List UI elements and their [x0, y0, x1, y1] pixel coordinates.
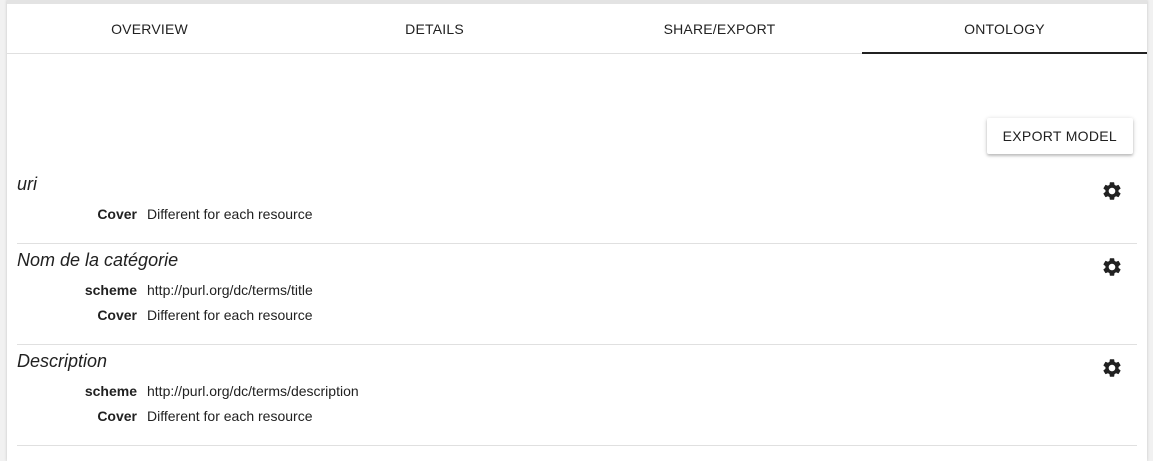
property-key: Cover	[97, 408, 137, 424]
property-key: Cover	[97, 206, 137, 222]
field-name: uri	[17, 174, 38, 194]
tab-bar: OVERVIEW DETAILS SHARE/EXPORT ONTOLOGY	[7, 4, 1147, 54]
field-property: scheme http://purl.org/dc/terms/descript…	[17, 379, 1137, 404]
field-property: Cover Different for each resource	[17, 303, 1137, 328]
field-property: Cover Different for each resource	[17, 202, 1137, 227]
field-name: Description	[17, 351, 108, 371]
field-name: Nom de la catégorie	[17, 250, 179, 270]
property-value: http://purl.org/dc/terms/title	[147, 282, 313, 298]
property-key: scheme	[84, 282, 137, 298]
field-item: uri Cover Different for each resource	[17, 168, 1137, 244]
property-value: Different for each resource	[147, 307, 313, 323]
property-value: Different for each resource	[147, 408, 313, 424]
export-model-button[interactable]: EXPORT MODEL	[986, 118, 1133, 154]
gear-icon[interactable]	[1101, 180, 1123, 202]
gear-icon[interactable]	[1101, 256, 1123, 278]
field-property: Cover Different for each resource	[17, 404, 1137, 429]
tab-details[interactable]: DETAILS	[292, 4, 577, 53]
property-key: scheme	[84, 383, 137, 399]
tab-ontology[interactable]: ONTOLOGY	[862, 4, 1147, 54]
tab-share-export[interactable]: SHARE/EXPORT	[577, 4, 862, 53]
property-value: http://purl.org/dc/terms/description	[147, 383, 359, 399]
resource-card: OVERVIEW DETAILS SHARE/EXPORT ONTOLOGY E…	[7, 0, 1147, 461]
ontology-toolbar: EXPORT MODEL	[7, 54, 1147, 168]
field-item: Description scheme http://purl.org/dc/te…	[17, 345, 1137, 446]
field-list: uri Cover Different for each resource No…	[7, 168, 1147, 446]
tab-overview[interactable]: OVERVIEW	[7, 4, 292, 53]
property-key: Cover	[97, 307, 137, 323]
field-item: Nom de la catégorie scheme http://purl.o…	[17, 244, 1137, 345]
field-property: scheme http://purl.org/dc/terms/title	[17, 278, 1137, 303]
gear-icon[interactable]	[1101, 357, 1123, 379]
property-value: Different for each resource	[147, 206, 313, 222]
